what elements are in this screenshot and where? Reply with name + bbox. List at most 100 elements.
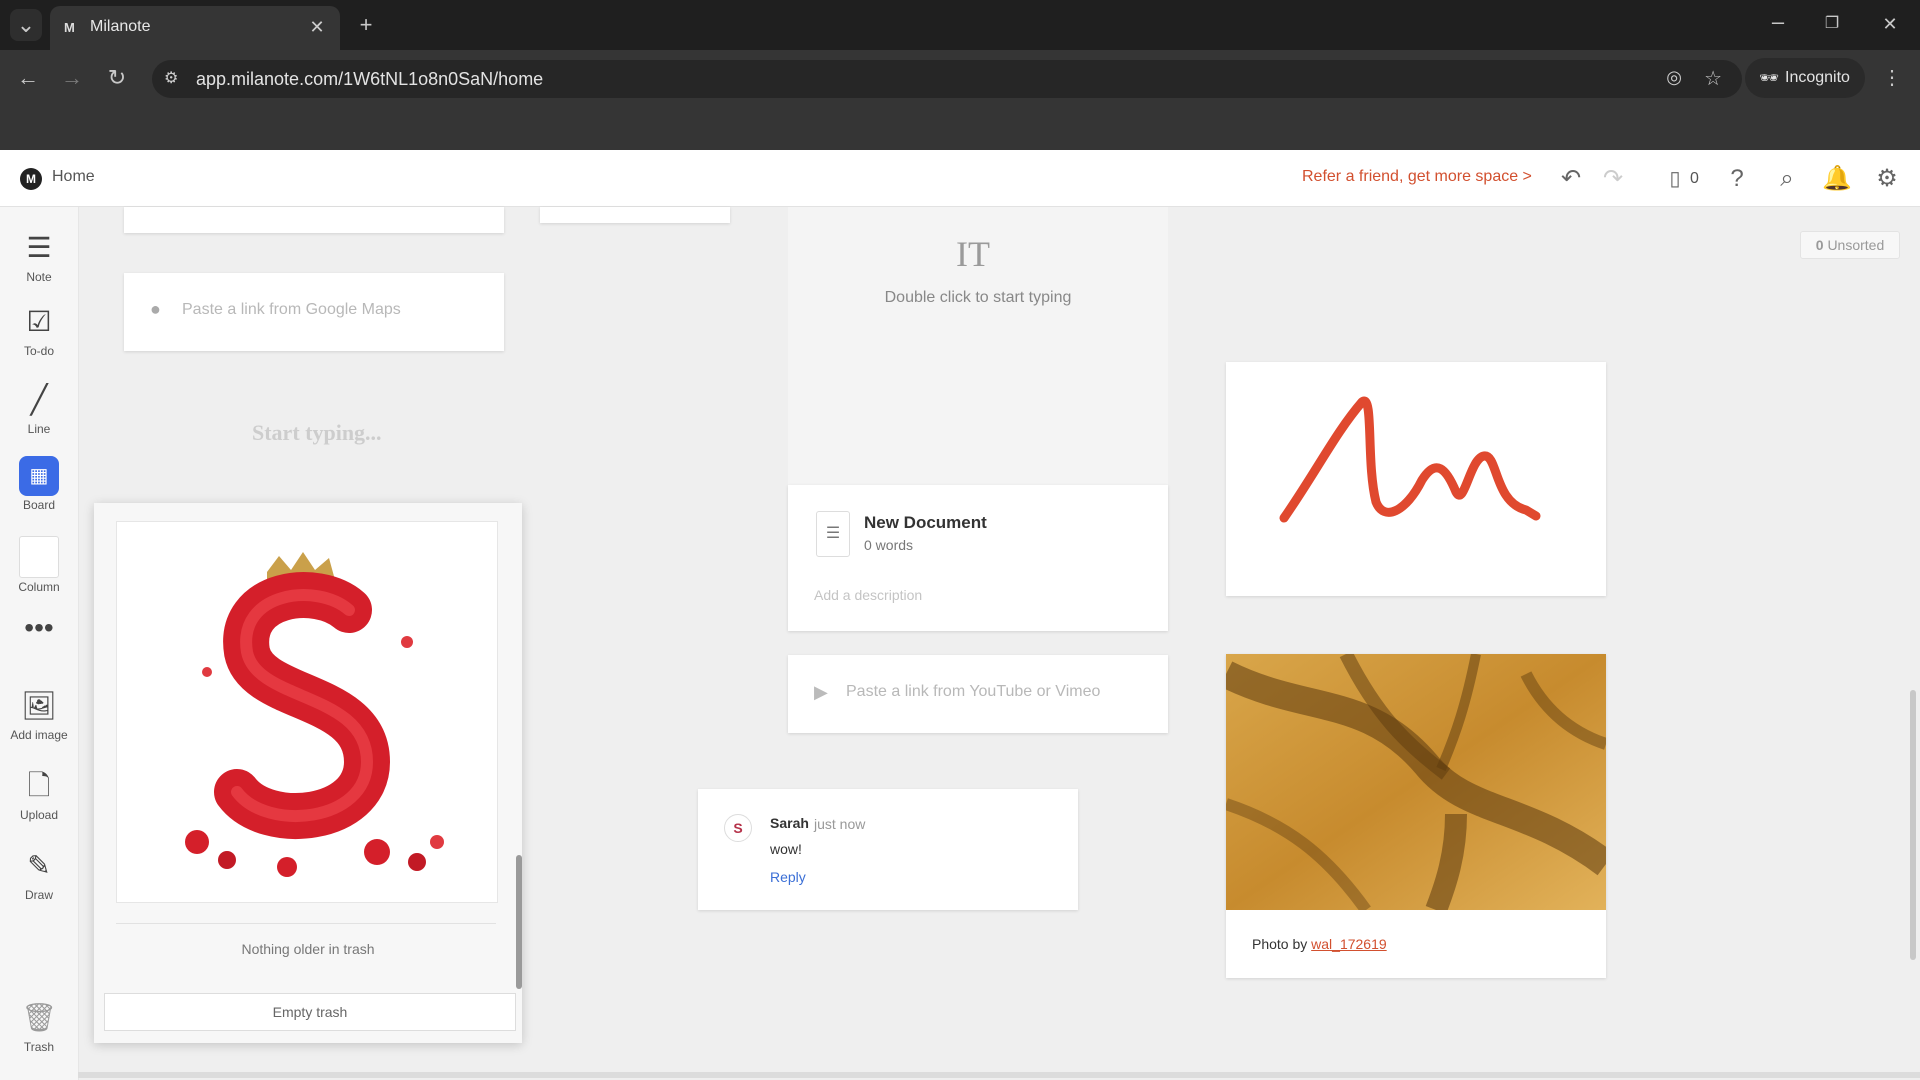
toolbar-draw[interactable]: ✎ Draw — [4, 846, 74, 902]
unsorted-count: 0 — [1815, 237, 1824, 253]
milanote-favicon-icon: M — [64, 20, 75, 35]
toolbar-todo[interactable]: ☑ To-do — [4, 302, 74, 358]
incognito-icon: 🕶 — [1759, 70, 1780, 87]
toolbar-add-image[interactable]: 🖼 Add image — [4, 686, 74, 742]
app-header — [0, 150, 1920, 207]
pencil-icon: ✎ — [27, 850, 51, 881]
toolbar-add-image-label: Add image — [10, 728, 68, 742]
video-link-card[interactable]: ▶ Paste a link from YouTube or Vimeo — [788, 655, 1168, 733]
map-pin-icon: ● — [150, 299, 161, 319]
toolbar-board-label: Board — [22, 498, 56, 512]
document-title[interactable]: New Document — [864, 513, 987, 533]
reload-icon[interactable]: ↻ — [101, 62, 133, 94]
refer-friend-link[interactable]: Refer a friend, get more space > — [1302, 168, 1532, 186]
site-info-icon[interactable]: ⚙ — [164, 68, 178, 88]
nothing-older-text: Nothing older in trash — [241, 941, 375, 957]
toolbar-trash[interactable]: 🗑 Trash — [4, 998, 74, 1054]
back-icon[interactable]: ← — [12, 62, 44, 94]
browser-tab-bar: ⌄ M Milanote ✕ + – ❐ ✕ — [0, 0, 1920, 50]
document-description-placeholder[interactable]: Add a description — [814, 587, 922, 603]
browser-tab[interactable]: M Milanote ✕ — [50, 6, 340, 50]
note-icon: ☰ — [26, 232, 52, 263]
tab-title: Milanote — [90, 18, 151, 35]
todo-icon: ☑ — [26, 306, 52, 337]
comment-time: just now — [814, 816, 866, 832]
image-icon: 🖼 — [21, 690, 57, 721]
comment-card[interactable]: S Sarah just now wow! Reply — [698, 789, 1078, 910]
scribble-drawing — [1279, 396, 1541, 523]
unsorted-label: Unsorted — [1827, 237, 1885, 253]
device-icon[interactable]: ▯ — [1658, 162, 1692, 196]
incognito-label: Incognito — [1785, 69, 1850, 86]
undo-icon[interactable]: ↶ — [1554, 162, 1588, 196]
forward-icon[interactable]: → — [56, 62, 88, 94]
reply-link[interactable]: Reply — [770, 869, 806, 885]
drawing-card[interactable] — [1226, 362, 1606, 596]
toolbar-more[interactable]: ••• — [4, 608, 74, 648]
canvas-horizontal-scrollbar[interactable] — [78, 1072, 1920, 1078]
toolbar-line[interactable]: ╱ Line — [4, 380, 74, 436]
redo-icon[interactable]: ↷ — [1596, 162, 1630, 196]
comment-author: Sarah — [770, 815, 809, 831]
photo-credit-author-link[interactable]: wal_172619 — [1311, 936, 1387, 952]
notifications-bell-icon[interactable]: 🔔 — [1820, 162, 1854, 196]
toolbar-board[interactable]: ▦ Board — [4, 456, 74, 512]
map-link-card[interactable]: ● Paste a link from Google Maps — [124, 273, 504, 351]
restore-icon[interactable]: ❐ — [1816, 8, 1848, 40]
toolbar-note[interactable]: ☰ Note — [4, 228, 74, 284]
more-dots-icon: ••• — [24, 612, 54, 643]
toolbar-draw-label: Draw — [24, 888, 53, 902]
toolbar-column[interactable]: Column — [4, 536, 74, 594]
toolbar-upload-label: Upload — [19, 808, 59, 822]
search-icon[interactable]: ⌕ — [1770, 162, 1804, 196]
window-close-icon[interactable]: ✕ — [1874, 8, 1906, 40]
toolbar-column-label: Column — [18, 580, 60, 594]
browser-menu-icon[interactable]: ⋮ — [1876, 62, 1908, 94]
trash-panel: Nothing older in trash Empty trash — [94, 503, 522, 1043]
empty-trash-button[interactable]: Empty trash — [104, 993, 516, 1031]
board-icon: ▦ — [19, 456, 59, 496]
url-text: app.milanote.com/1W6tNL1o8n0SaN/home — [196, 69, 544, 89]
toolbar-todo-label: To-do — [23, 344, 55, 358]
toolbar-line-label: Line — [27, 422, 51, 436]
line-icon: ╱ — [30, 384, 48, 415]
text-card[interactable]: IT Double click to start typing — [788, 207, 1168, 485]
note-card-partial[interactable] — [124, 207, 504, 233]
comment-text: wow! — [770, 841, 802, 857]
video-link-placeholder[interactable]: Paste a link from YouTube or Vimeo — [846, 683, 1100, 701]
settings-gear-icon[interactable]: ⚙ — [1870, 162, 1904, 196]
new-tab-icon[interactable]: + — [350, 9, 382, 41]
unsorted-badge[interactable]: 0 Unsorted — [1800, 231, 1900, 259]
trash-panel-scrollbar[interactable] — [516, 855, 522, 989]
incognito-badge[interactable]: 🕶 Incognito — [1745, 58, 1865, 98]
milanote-logo-icon[interactable]: M — [20, 168, 42, 190]
shadow-photo — [1219, 650, 1615, 914]
photo-card[interactable]: Photo by wal_172619 — [1219, 650, 1615, 978]
device-count: 0 — [1690, 170, 1699, 187]
document-word-count: 0 words — [864, 537, 914, 553]
tab-list-chevron-icon[interactable]: ⌄ — [10, 9, 42, 41]
eye-off-icon[interactable]: ◎ — [1666, 67, 1682, 88]
document-icon: ☰ — [816, 511, 850, 557]
document-card[interactable]: ☰ New Document 0 words Add a description — [788, 485, 1168, 631]
red-letter-s-image — [185, 552, 444, 877]
help-icon[interactable]: ? — [1720, 162, 1754, 196]
map-link-placeholder[interactable]: Paste a link from Google Maps — [182, 301, 401, 319]
trashed-image-card[interactable] — [116, 521, 498, 903]
toolbar-trash-label: Trash — [23, 1040, 55, 1054]
home-breadcrumb[interactable]: Home — [52, 168, 95, 186]
toolbar-upload[interactable]: 🗋 Upload — [4, 766, 74, 822]
avatar: S — [724, 814, 752, 842]
bookmark-star-icon[interactable]: ☆ — [1704, 66, 1722, 91]
canvas-vertical-scrollbar[interactable] — [1910, 690, 1916, 960]
play-icon: ▶ — [814, 682, 828, 702]
upload-file-icon: 🗋 — [27, 770, 51, 801]
start-typing-placeholder[interactable]: Start typing... — [252, 420, 382, 446]
toolbar-note-label: Note — [26, 270, 52, 284]
trash-icon: 🗑 — [21, 1002, 57, 1033]
tab-close-icon[interactable]: ✕ — [304, 14, 330, 40]
photo-credit-prefix: Photo by — [1252, 936, 1308, 952]
minimize-icon[interactable]: – — [1762, 6, 1794, 38]
card-partial[interactable] — [540, 207, 730, 223]
url-field[interactable]: ⚙ app.milanote.com/1W6tNL1o8n0SaN/home ◎… — [152, 60, 1742, 98]
